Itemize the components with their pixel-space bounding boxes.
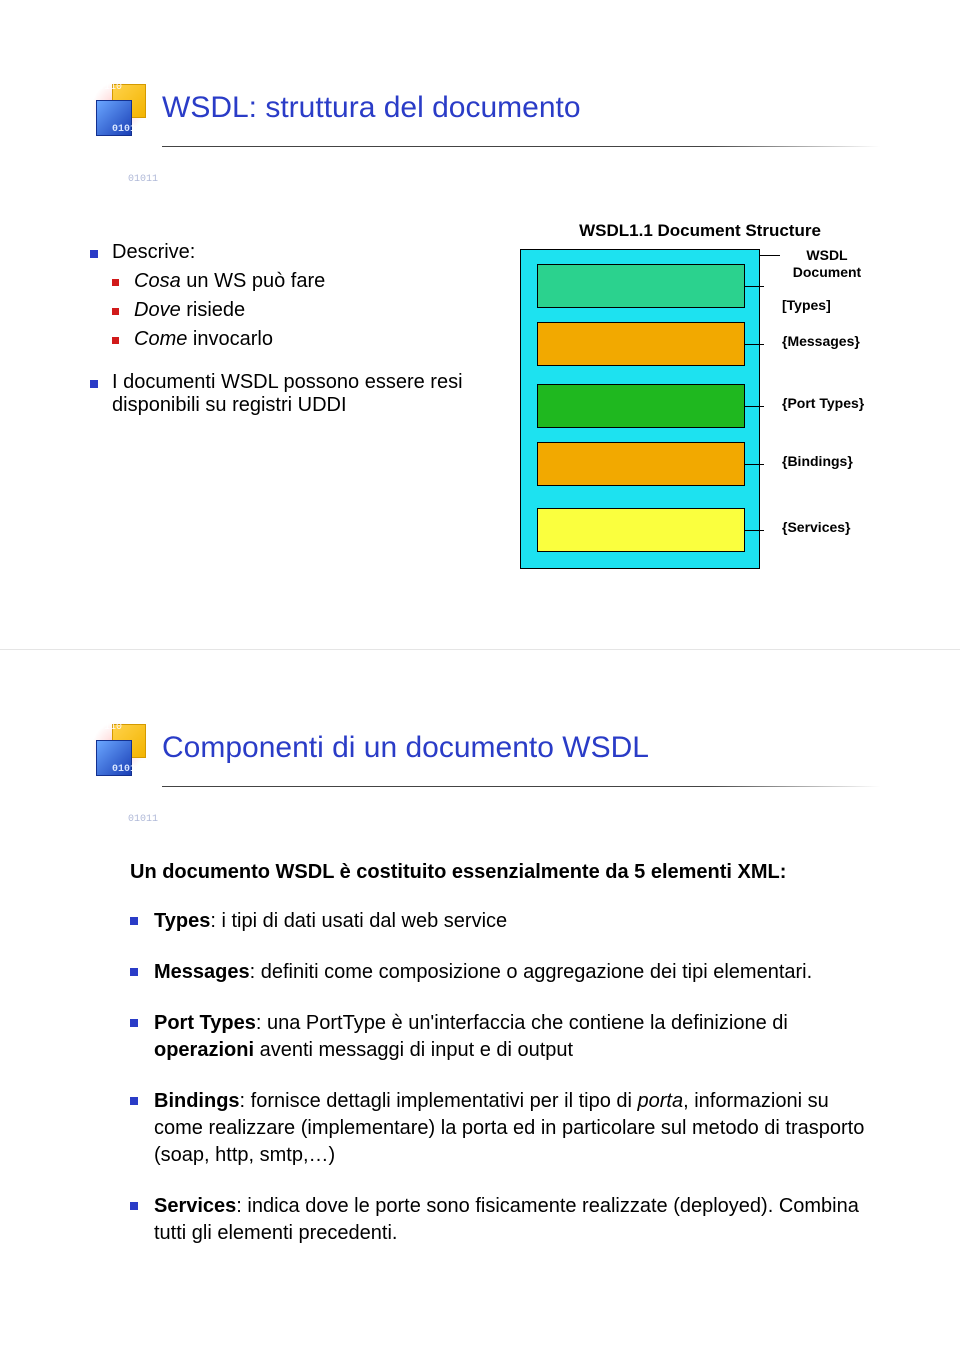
slide-2: 10110 01011 Componenti di un documento W… [0, 650, 960, 1367]
diagram-title: WSDL1.1 Document Structure [520, 221, 880, 241]
messages-box [537, 322, 745, 366]
slide-title: Componenti di un documento WSDL [162, 731, 649, 765]
sub-bullet: Come invocarlo [112, 328, 490, 351]
bullet-uddi: I documenti WSDL possono essere resi dis… [90, 371, 490, 417]
sub-bullet: Dove risiede [112, 299, 490, 322]
slide-1: 10110 01011 WSDL: struttura del document… [0, 0, 960, 650]
slide-icon: 10110 01011 [90, 80, 152, 136]
sub-icon: 01011 [120, 811, 160, 841]
services-box [537, 508, 745, 552]
port-types-box [537, 384, 745, 428]
wsdl-document-label: WSDL Document [782, 247, 872, 281]
services-label: {Services} [782, 519, 851, 535]
icon-binary-text: 01011 [112, 124, 142, 135]
icon-binary-text: 01011 [112, 764, 142, 775]
sub-bullet: Cosa un WS può fare [112, 270, 490, 293]
bullet-port-types: Port Types: una PortType è un'interfacci… [130, 1010, 880, 1064]
wsdl-document-box [520, 249, 760, 569]
components-list: Types: i tipi di dati usati dal web serv… [130, 908, 880, 1247]
types-box [537, 264, 745, 308]
title-rule [162, 786, 880, 787]
bullet-services: Services: indica dove le porte sono fisi… [130, 1193, 880, 1247]
title-rule [162, 146, 880, 147]
bullet-bindings: Bindings: fornisce dettagli implementati… [130, 1088, 880, 1169]
port-types-label: {Port Types} [782, 395, 864, 411]
bullet-messages: Messages: definiti come composizione o a… [130, 959, 880, 986]
icon-binary-text: 10110 [92, 82, 122, 93]
bullet-types: Types: i tipi di dati usati dal web serv… [130, 908, 880, 935]
sub-icon: 01011 [120, 171, 160, 201]
bindings-label: {Bindings} [782, 453, 853, 469]
bullet-list: Descrive: Cosa un WS può fare Dove risie… [90, 241, 490, 417]
icon-binary-text: 10110 [92, 722, 122, 733]
types-label: [Types] [782, 297, 831, 313]
slide-icon: 10110 01011 [90, 720, 152, 776]
bullet-describe: Descrive: Cosa un WS può fare Dove risie… [90, 241, 490, 351]
messages-label: {Messages} [782, 333, 860, 349]
slide-title: WSDL: struttura del documento [162, 91, 581, 125]
intro-text: Un documento WSDL è costituito essenzial… [130, 861, 880, 884]
wsdl-diagram: WSDL Document [Types] {Messages} {Port T… [520, 249, 880, 579]
bindings-box [537, 442, 745, 486]
